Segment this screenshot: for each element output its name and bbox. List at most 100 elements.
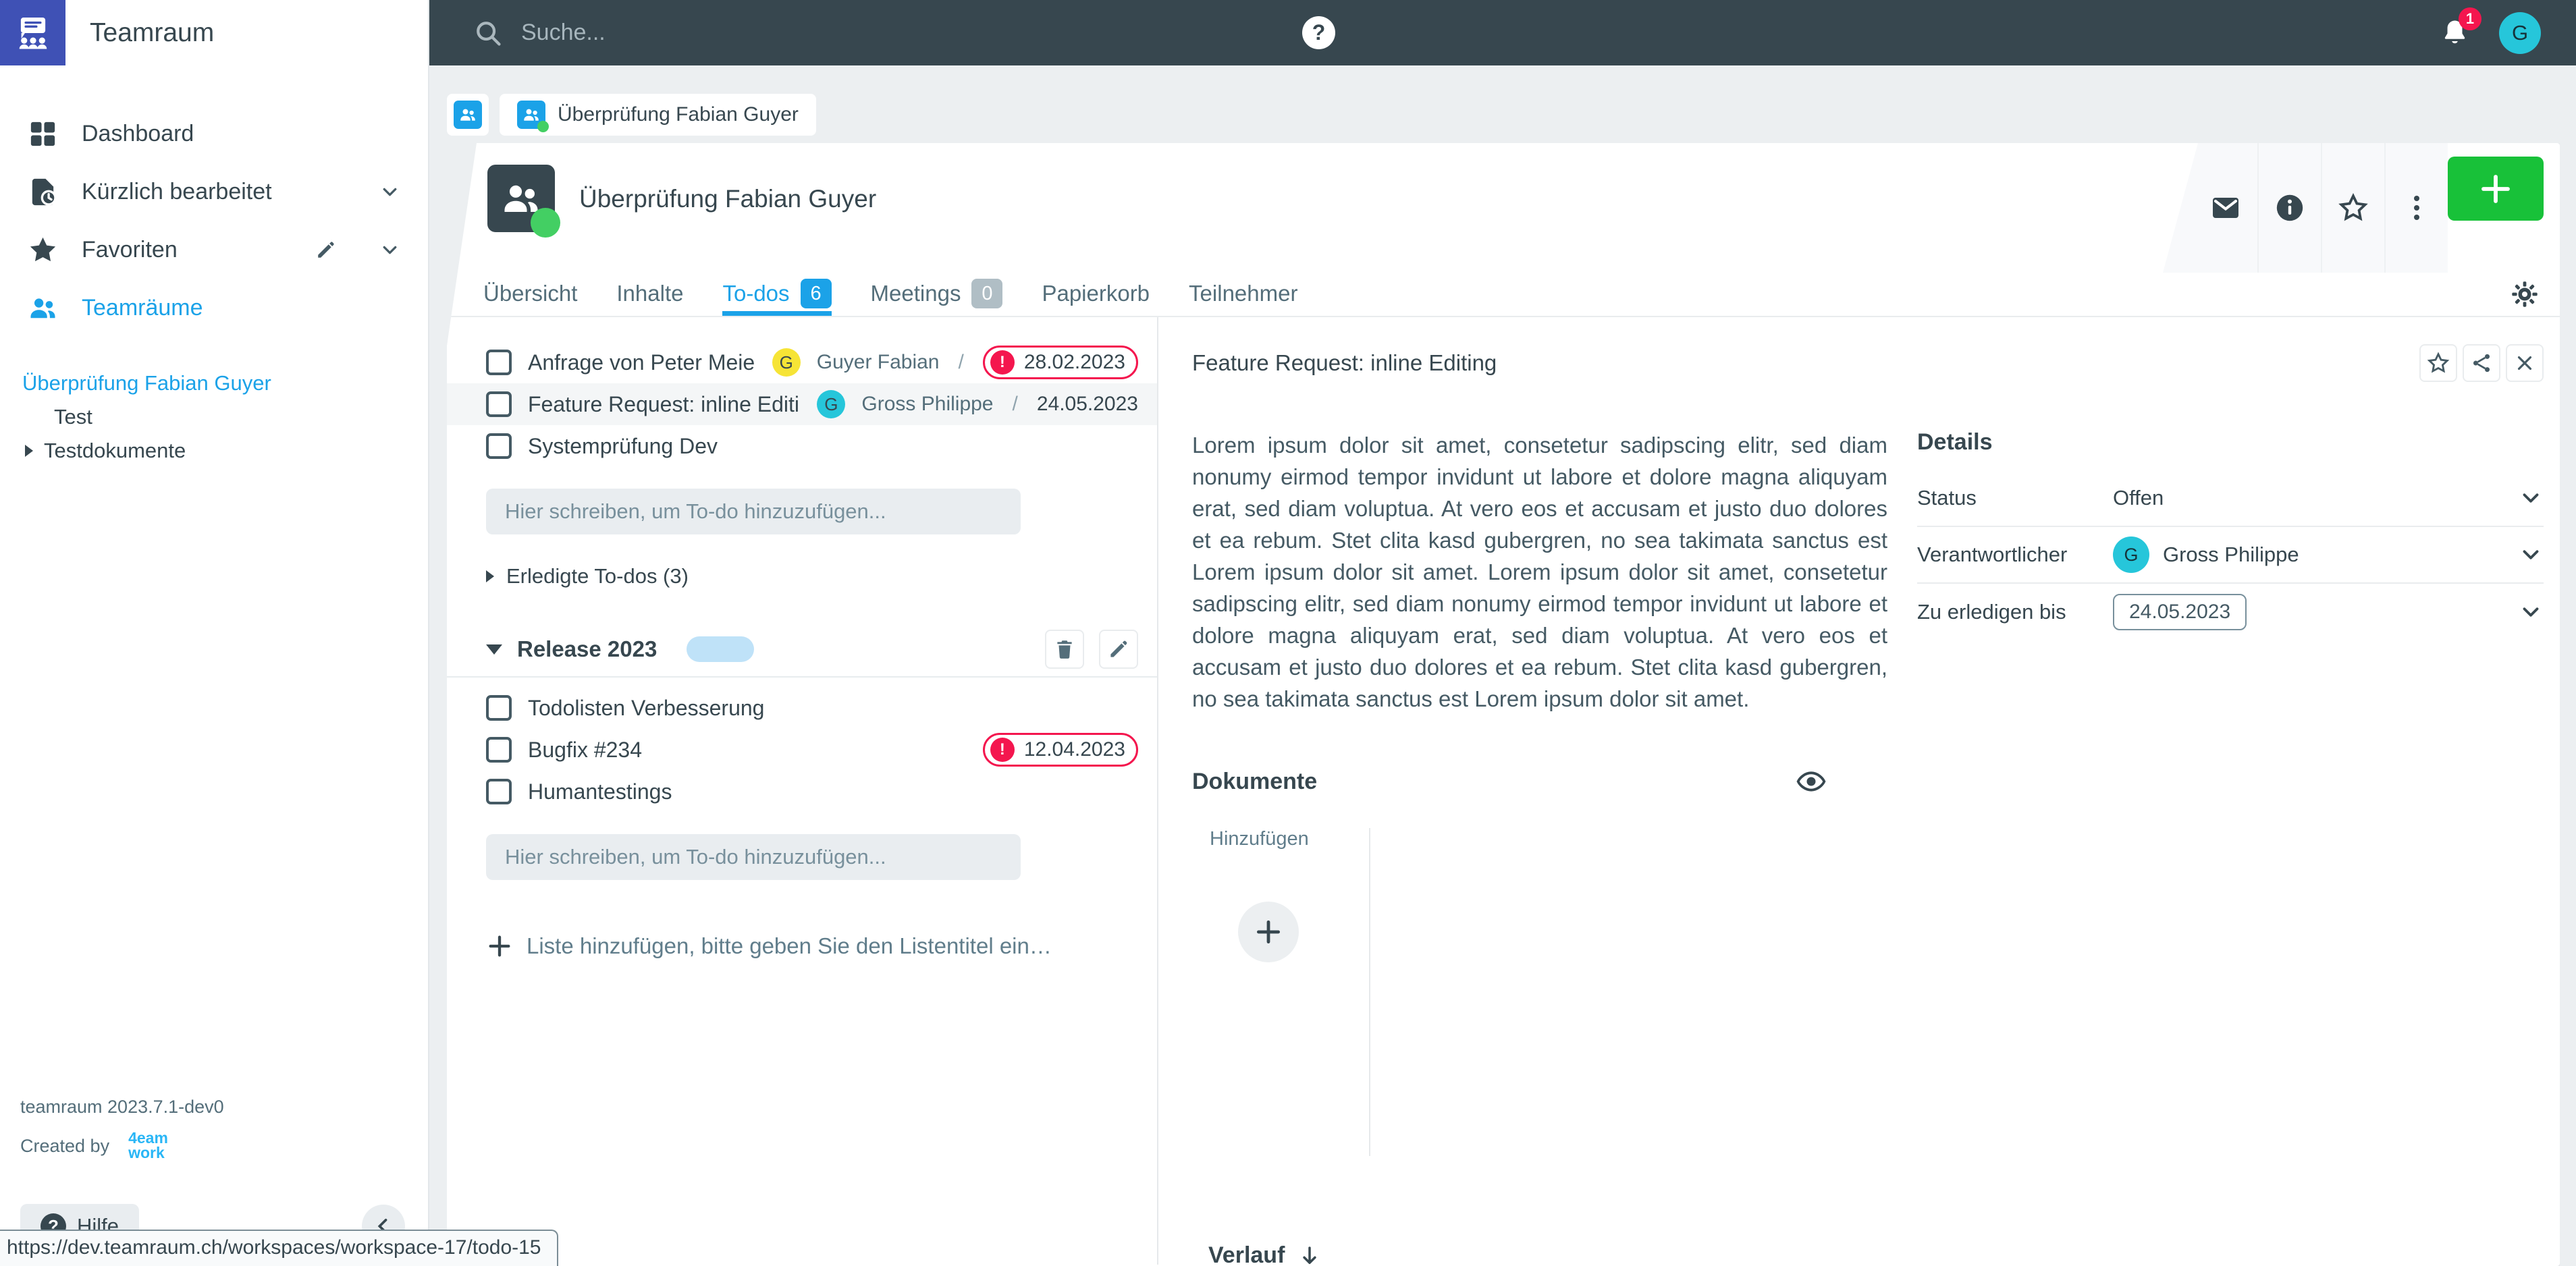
watch-documents-button[interactable] [1796, 766, 1827, 797]
more-actions-button[interactable] [2384, 143, 2448, 273]
app-version: teamraum 2023.7.1-dev0 [20, 1097, 405, 1118]
todo-row-selected[interactable]: Feature Request: inline Editing G Gross … [447, 383, 1157, 425]
todo-title[interactable]: Todolisten Verbesserung [528, 696, 1138, 721]
documents-section: Dokumente Hinzufügen [1192, 766, 1887, 1159]
tree-item-testdokumente[interactable]: Testdokumente [0, 434, 428, 468]
tab-papierkorb[interactable]: Papierkorb [1042, 271, 1150, 316]
sidebar-item-dashboard[interactable]: Dashboard [0, 105, 428, 163]
sidebar: Teamraum Dashboard Kürzlich bearbeitet F… [0, 0, 429, 1266]
todo-checkbox[interactable] [486, 391, 512, 417]
chevron-down-icon[interactable] [379, 181, 401, 203]
todo-count-badge: 6 [801, 279, 832, 308]
edit-list-button[interactable] [1099, 630, 1138, 669]
sort-direction-button[interactable] [1297, 1243, 1322, 1266]
sidebar-footer: teamraum 2023.7.1-dev0 Created by 4eam w… [20, 1097, 405, 1248]
add-todo-input[interactable] [486, 489, 1021, 534]
created-by-label: Created by [20, 1136, 109, 1157]
due-row[interactable]: Zu erledigen bis 24.05.2023 [1917, 584, 2544, 640]
tab-bar: Übersicht Inhalte To-dos 6 Meetings 0 Pa… [447, 271, 2560, 317]
todo-row[interactable]: Systemprüfung Dev [486, 425, 1138, 467]
completed-todos-toggle[interactable]: Erledigte To-dos (3) [486, 564, 1138, 588]
breadcrumb-root[interactable] [447, 94, 489, 136]
due-date-field[interactable]: 24.05.2023 [2113, 594, 2247, 630]
add-document-button[interactable] [1238, 902, 1299, 962]
tree-item-workspace[interactable]: Überprüfung Fabian Guyer [0, 366, 428, 400]
favorite-todo-button[interactable] [2419, 344, 2457, 382]
breadcrumb-workspace[interactable]: Überprüfung Fabian Guyer [500, 94, 816, 136]
assignee-avatar: G [817, 390, 845, 418]
chevron-down-icon[interactable] [2518, 599, 2544, 625]
close-detail-button[interactable] [2506, 344, 2544, 382]
todo-title[interactable]: Bugfix #234 [528, 738, 967, 763]
add-todo-input[interactable] [486, 834, 1021, 880]
todo-row[interactable]: Anfrage von Peter Meier prüfen G Guyer F… [486, 341, 1138, 383]
add-button[interactable] [2448, 157, 2544, 221]
info-button[interactable] [2257, 143, 2321, 273]
tab-label: To-dos [722, 281, 789, 306]
chevron-down-icon[interactable] [379, 239, 401, 261]
user-avatar[interactable]: G [2499, 12, 2541, 54]
sidebar-item-teamrooms[interactable]: Teamräume [0, 279, 428, 337]
documents-heading: Dokumente [1192, 769, 1317, 795]
due-date-chip[interactable]: ! 12.04.2023 [983, 733, 1138, 767]
search-input[interactable] [521, 20, 994, 46]
meeting-count-badge: 0 [971, 279, 1002, 308]
tab-meetings[interactable]: Meetings 0 [871, 271, 1003, 316]
todo-title[interactable]: Systemprüfung Dev [528, 434, 1138, 459]
todo-checkbox[interactable] [486, 695, 512, 721]
expand-arrow-icon[interactable] [25, 445, 33, 457]
collapse-arrow-icon[interactable] [486, 644, 502, 655]
overdue-icon: ! [990, 738, 1015, 762]
email-button[interactable] [2163, 143, 2257, 273]
todo-checkbox[interactable] [486, 737, 512, 763]
edit-pencil-icon[interactable] [315, 239, 337, 261]
todo-row[interactable]: Humantestings [486, 771, 1138, 813]
todo-checkbox[interactable] [486, 433, 512, 459]
tab-teilnehmer[interactable]: Teilnehmer [1189, 271, 1297, 316]
add-list-button[interactable]: Liste hinzufügen, bitte geben Sie den Li… [486, 933, 1138, 960]
favorite-button[interactable] [2321, 143, 2384, 273]
assignee-name: Guyer Fabian [817, 351, 940, 374]
chevron-down-icon[interactable] [2518, 485, 2544, 511]
todo-checkbox[interactable] [486, 779, 512, 804]
status-url-tooltip: https://dev.teamraum.ch/workspaces/works… [0, 1230, 558, 1266]
todo-row[interactable]: Todolisten Verbesserung [486, 687, 1138, 729]
plus-icon [1254, 917, 1283, 947]
todo-title[interactable]: Feature Request: inline Editing [528, 392, 801, 417]
list-title[interactable]: Release 2023 [517, 636, 657, 662]
todo-title[interactable]: Humantestings [528, 779, 1138, 804]
sidebar-item-label: Kürzlich bearbeitet [82, 179, 272, 205]
sidebar-item-favorites[interactable]: Favoriten [0, 221, 428, 279]
notifications-button[interactable]: 1 [2439, 17, 2471, 49]
todo-description: Lorem ipsum dolor sit amet, consetetur s… [1192, 429, 1887, 715]
due-date-chip[interactable]: ! 28.02.2023 [983, 346, 1138, 379]
topbar-help-button[interactable]: ? [1302, 16, 1335, 49]
teamrooms-icon [454, 101, 482, 129]
overdue-icon: ! [990, 350, 1015, 375]
status-row[interactable]: Status Offen [1917, 470, 2544, 527]
share-todo-button[interactable] [2463, 344, 2500, 382]
todo-title[interactable]: Anfrage von Peter Meier prüfen [528, 350, 756, 375]
creator-logo-line2: work [128, 1144, 165, 1161]
delete-list-button[interactable] [1045, 630, 1084, 669]
sidebar-item-label: Dashboard [82, 121, 194, 147]
todo-row[interactable]: Bugfix #234 ! 12.04.2023 [486, 729, 1138, 771]
app-logo[interactable] [0, 0, 65, 65]
tab-todos[interactable]: To-dos 6 [722, 271, 831, 316]
history-section: Verlauf [1192, 1242, 2544, 1266]
workarea: Überprüfung Fabian Guyer Überprüfung Fab… [429, 65, 2576, 1266]
creator-logo[interactable]: 4eam work [128, 1131, 168, 1161]
global-search[interactable] [473, 0, 994, 65]
tab-uebersicht[interactable]: Übersicht [483, 271, 577, 316]
sidebar-item-recent[interactable]: Kürzlich bearbeitet [0, 163, 428, 221]
tab-inhalte[interactable]: Inhalte [616, 271, 683, 316]
assignee-row[interactable]: Verantwortlicher G Gross Philippe [1917, 527, 2544, 584]
settings-button[interactable] [2510, 279, 2540, 309]
chevron-down-icon[interactable] [2518, 542, 2544, 568]
sidebar-item-label: Teamräume [82, 295, 203, 321]
plus-icon [486, 933, 513, 960]
tree-item-test[interactable]: Test [0, 400, 428, 434]
info-icon [2274, 192, 2306, 224]
todo-list-pane: Anfrage von Peter Meier prüfen G Guyer F… [447, 317, 1158, 1265]
todo-checkbox[interactable] [486, 350, 512, 375]
